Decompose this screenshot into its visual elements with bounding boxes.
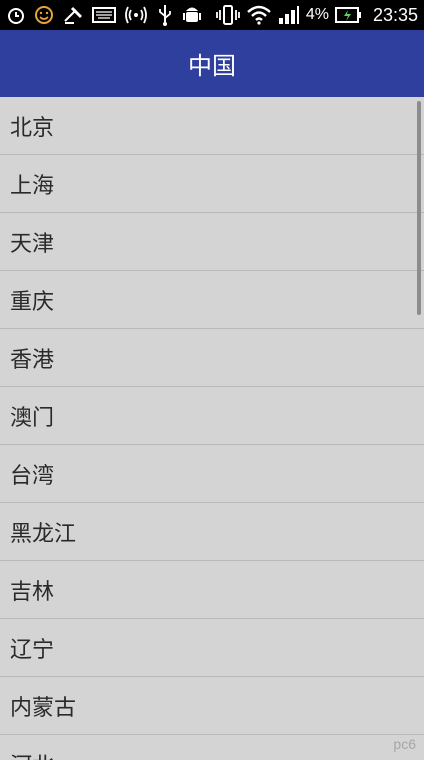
list-item-label: 黑龙江 <box>10 521 77 547</box>
alarm-icon <box>6 5 26 25</box>
wifi-icon <box>246 5 272 25</box>
clock: 23:35 <box>372 4 418 25</box>
list-item[interactable]: 香港 <box>0 329 424 387</box>
keyboard-icon <box>92 6 116 24</box>
list-item[interactable]: 黑龙江 <box>0 503 424 561</box>
list-item-label: 台湾 <box>10 463 55 489</box>
battery-icon <box>334 6 363 24</box>
hotspot-icon <box>124 5 148 25</box>
list-item[interactable]: 河北 <box>0 735 424 760</box>
list-item-label: 澳门 <box>10 405 55 431</box>
battery-percent: 4% <box>305 6 329 23</box>
list-item[interactable]: 澳门 <box>0 387 424 445</box>
list-item-label: 上海 <box>10 173 55 199</box>
android-debug-icon <box>182 4 202 26</box>
watermark: pc6 <box>393 736 416 752</box>
signal-icon <box>278 4 300 26</box>
emoji-icon <box>34 5 54 25</box>
list-item-label: 香港 <box>10 347 55 373</box>
vibrate-icon <box>215 4 240 26</box>
province-list[interactable]: 北京 上海 天津 重庆 香港 澳门 台湾 黑龙江 吉林 辽宁 内蒙古 河北 <box>0 97 424 760</box>
list-item[interactable]: 辽宁 <box>0 619 424 677</box>
usb-icon <box>156 4 174 26</box>
list-item-label: 北京 <box>10 115 55 141</box>
list-item[interactable]: 上海 <box>0 155 424 213</box>
list-item-label: 辽宁 <box>10 637 55 663</box>
list-item-label: 内蒙古 <box>10 695 77 721</box>
list-item-label: 重庆 <box>10 289 55 315</box>
satellite-icon <box>62 5 84 25</box>
app-header: 中国 <box>0 30 424 97</box>
list-item[interactable]: 内蒙古 <box>0 677 424 735</box>
list-item[interactable]: 台湾 <box>0 445 424 503</box>
list-item-label: 天津 <box>10 231 55 257</box>
scrollbar[interactable] <box>417 101 421 315</box>
list-item[interactable]: 北京 <box>0 97 424 155</box>
list-item-label: 河北 <box>10 748 54 760</box>
status-right-icons: 4% 23:35 <box>215 4 418 26</box>
list-item[interactable]: 天津 <box>0 213 424 271</box>
status-left-icons <box>6 4 202 26</box>
list-item-label: 吉林 <box>10 579 55 605</box>
page-title: 中国 <box>188 52 236 80</box>
status-bar: 4% 23:35 <box>0 0 424 30</box>
list-item[interactable]: 吉林 <box>0 561 424 619</box>
list-item[interactable]: 重庆 <box>0 271 424 329</box>
